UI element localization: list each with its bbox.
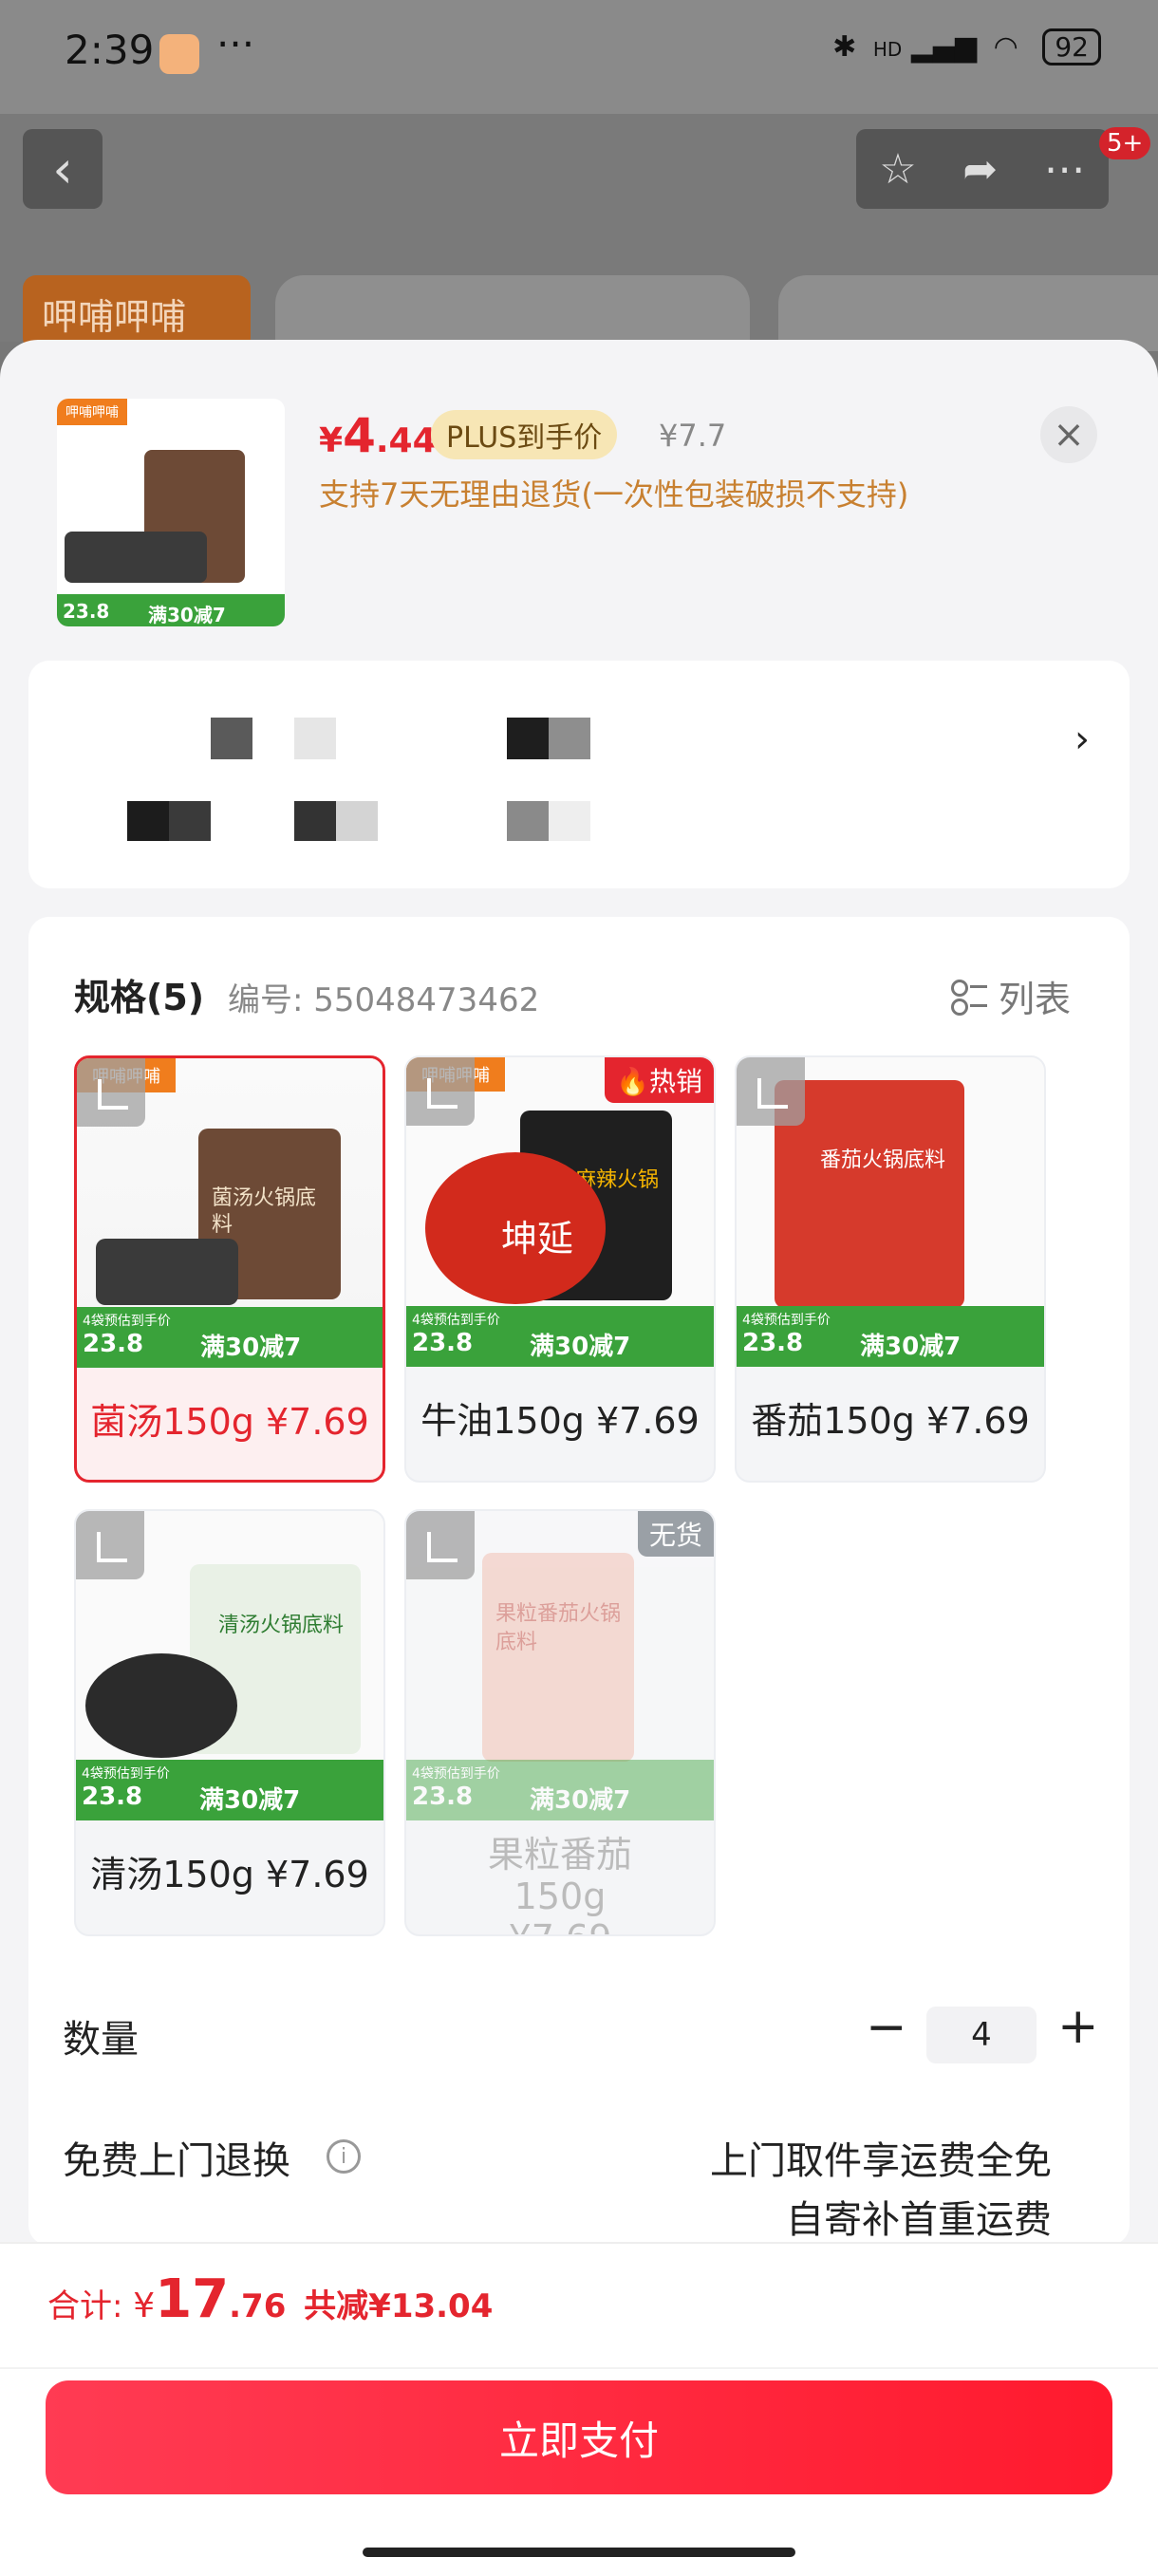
hot-sale-badge: 🔥热销 <box>605 1057 714 1103</box>
total-discount: 共减¥13.04 <box>304 2287 494 2325</box>
order-total: 合计: ¥17.76 共减¥13.04 <box>47 2268 494 2330</box>
close-icon: × <box>1053 413 1085 457</box>
option-label: 果粒番茄150g ¥7.69 <box>487 1834 632 1934</box>
flame-icon: 🔥 <box>616 1066 649 1097</box>
top-action-buttons: ☆ ➦ ⋯ <box>856 129 1109 209</box>
redacted-block <box>127 801 169 841</box>
quantity-decrease-button[interactable]: − <box>866 2003 907 2052</box>
redacted-block <box>549 801 590 841</box>
option-label: 清汤150g ¥7.69 <box>90 1854 369 1895</box>
option-promo-strip: 4袋预估到手价 23.8 满30减7 <box>737 1306 1044 1367</box>
redacted-block <box>169 801 211 841</box>
more-icon[interactable]: ⋯ <box>1044 145 1086 194</box>
status-time: 2:39 <box>65 27 155 73</box>
signal-icon: ▂▄▆ <box>910 30 978 64</box>
watermark-text: 坤延 <box>501 1218 574 1260</box>
plus-price-badge: PLUS到手价 <box>431 410 618 459</box>
option-promo-strip: 4袋预估到手价 23.8 满30减7 <box>406 1760 714 1820</box>
home-indicator <box>363 2548 795 2557</box>
status-icons: ✱ HD ▂▄▆ ◠ 92 <box>832 28 1101 65</box>
thumb-price: 23.8 <box>63 600 110 623</box>
product-code: 编号: 55048473462 <box>228 981 540 1019</box>
original-price: ¥7.7 <box>659 418 727 454</box>
return-policy-text: 支持7天无理由退货(一次性包装破损不支持) <box>319 476 909 513</box>
pot-image <box>85 1653 237 1758</box>
spec-option-mushroom[interactable]: 呷哺呷哺 菌汤火锅底料 4袋预估到手价 23.8 满30减7 菌汤150g ¥7… <box>74 1055 385 1483</box>
list-icon <box>951 979 987 1016</box>
expand-icon[interactable] <box>77 1058 145 1127</box>
quantity-increase-button[interactable]: + <box>1057 2002 1099 2051</box>
option-label: 菌汤150g ¥7.69 <box>90 1401 369 1443</box>
thumb-promo-strip: 23.8 满30减7 <box>57 594 285 626</box>
spec-option-tomato[interactable]: 番茄火锅底料 4袋预估到手价 23.8 满30减7 番茄150g ¥7.69 <box>735 1055 1046 1483</box>
return-service-label: 免费上门退换 <box>63 2139 290 2183</box>
option-promo-strip: 4袋预估到手价 23.8 满30减7 <box>406 1306 714 1367</box>
expand-icon[interactable] <box>406 1511 475 1579</box>
wifi-icon: ◠ <box>993 30 1018 64</box>
pot-image <box>65 532 207 583</box>
chevron-left-icon: ‹ <box>52 139 73 199</box>
address-card[interactable]: › <box>28 661 1130 888</box>
chevron-right-icon: › <box>1074 718 1090 761</box>
list-view-toggle[interactable]: 列表 <box>951 970 1071 1022</box>
redacted-block <box>294 801 336 841</box>
redacted-block <box>507 718 549 759</box>
redacted-block <box>211 718 252 759</box>
app-notification-icon <box>159 34 199 74</box>
out-of-stock-badge: 无货 <box>637 1511 714 1557</box>
pay-now-button[interactable]: 立即支付 <box>46 2380 1112 2494</box>
redacted-block <box>336 801 378 841</box>
total-label: 合计: <box>47 2287 123 2325</box>
spec-option-butter[interactable]: 呷哺呷哺 牛油麻辣火锅底料 坤延 🔥热销 4袋预估到手价 23.8 满30减7 … <box>404 1055 716 1483</box>
option-promo-strip: 4袋预估到手价 23.8 满30减7 <box>77 1307 383 1368</box>
divider <box>0 2367 1158 2369</box>
bluetooth-icon: ✱ <box>832 30 857 64</box>
notification-badge: 5+ <box>1099 127 1151 159</box>
option-label: 牛油150g ¥7.69 <box>420 1400 700 1442</box>
quantity-label: 数量 <box>63 2018 139 2062</box>
info-icon[interactable]: i <box>327 2139 361 2174</box>
spec-option-clear-soup[interactable]: 清汤火锅底料 4袋预估到手价 23.8 满30减7 清汤150g ¥7.69 <box>74 1509 385 1936</box>
thumb-brand: 呷哺呷哺 <box>57 399 127 425</box>
battery-indicator: 92 <box>1042 28 1101 65</box>
option-promo-strip: 4袋预估到手价 23.8 满30减7 <box>76 1760 383 1820</box>
back-button[interactable]: ‹ <box>23 129 103 209</box>
status-bar: 2:39 ··· ✱ HD ▂▄▆ ◠ 92 <box>0 0 1158 114</box>
quantity-input[interactable]: 4 <box>926 2007 1037 2063</box>
share-icon[interactable]: ➦ <box>962 145 998 194</box>
return-service-line1: 上门取件享运费全免 <box>710 2139 1052 2183</box>
close-button[interactable]: × <box>1040 406 1097 463</box>
expand-icon[interactable] <box>737 1057 805 1126</box>
expand-icon[interactable] <box>406 1057 475 1126</box>
star-icon[interactable]: ☆ <box>879 145 916 194</box>
thumb-promo: 满30减7 <box>148 604 226 626</box>
option-pack: 果粒番茄火锅底料 <box>482 1553 634 1762</box>
status-more-indicator: ··· <box>216 21 255 67</box>
spec-option-fruit-tomato[interactable]: 果粒番茄火锅底料 无货 4袋预估到手价 23.8 满30减7 果粒番茄150g … <box>404 1509 716 1936</box>
expand-icon[interactable] <box>76 1511 144 1579</box>
option-label: 番茄150g ¥7.69 <box>751 1400 1030 1442</box>
spec-title: 规格(5) <box>74 977 205 1018</box>
redacted-block <box>294 718 336 759</box>
redacted-block <box>549 718 590 759</box>
network-label: HD <box>872 38 903 61</box>
return-service-line2: 自寄补首重运费 <box>786 2198 1052 2242</box>
product-price: ¥4.44 <box>319 408 437 463</box>
pot-image <box>96 1239 238 1305</box>
product-thumbnail: 呷哺呷哺 23.8 满30减7 <box>57 399 285 626</box>
redacted-block <box>507 801 549 841</box>
list-label: 列表 <box>999 979 1072 1020</box>
